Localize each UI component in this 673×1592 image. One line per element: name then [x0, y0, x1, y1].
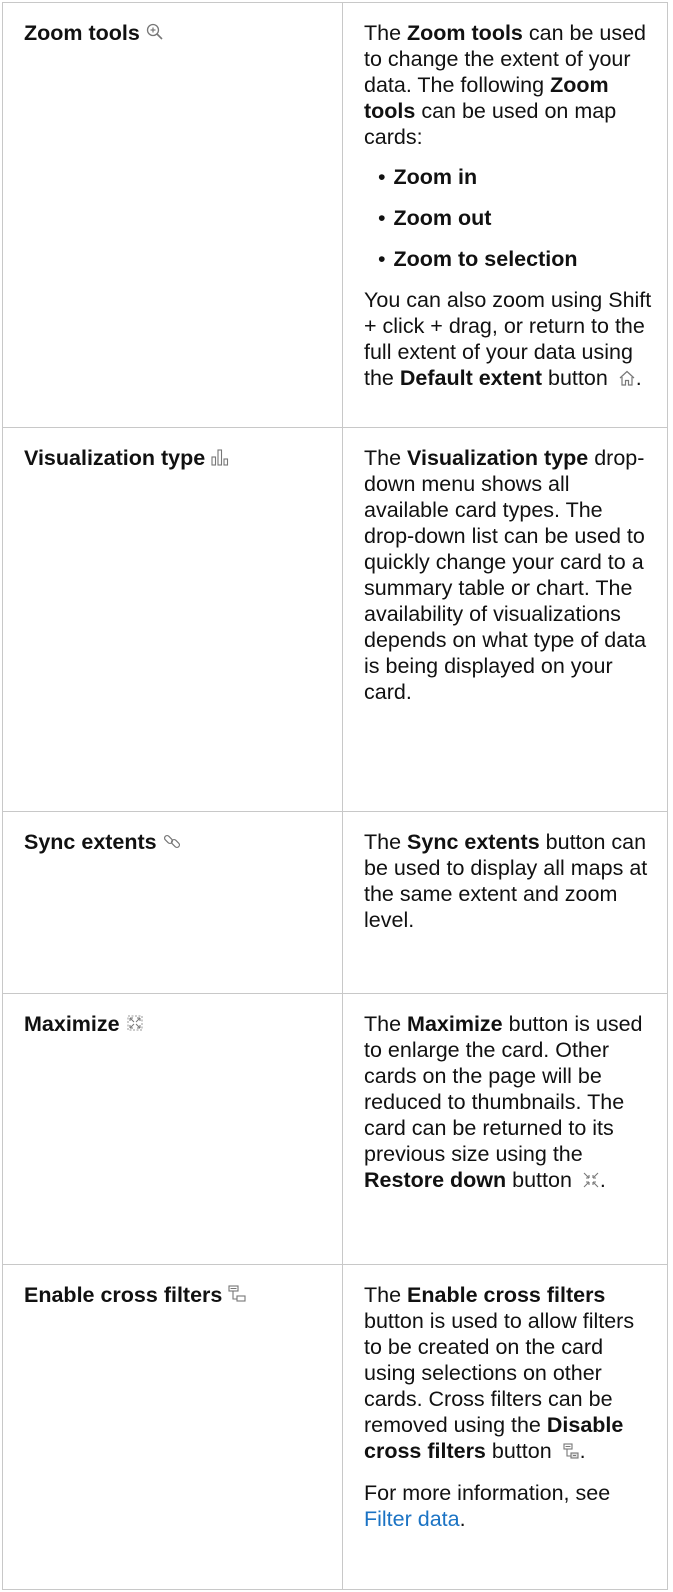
tool-name: Sync extents [24, 830, 157, 854]
zoom-in-icon [145, 22, 165, 48]
description-text: The Zoom tools can be used to change the… [364, 21, 647, 149]
description-text: You can also zoom using Shift + click + … [364, 287, 655, 393]
table-row: Visualization type The Visualization typ… [2, 427, 668, 812]
bar-chart-icon [210, 447, 230, 473]
tool-name-cell: Maximize [2, 993, 343, 1265]
description-text: The Maximize button is used to enlarge t… [364, 1011, 655, 1195]
cross-filter-icon [227, 1284, 247, 1310]
tool-description-cell: The Visualization type drop-down menu sh… [342, 427, 668, 812]
more-info-text: For more information, see Filter data. [364, 1481, 611, 1531]
table-row: Zoom tools The Zoom tools can be used to… [2, 2, 668, 428]
table-row: Sync extents The Sync extents button can… [2, 811, 668, 994]
tool-name: Maximize [24, 1012, 120, 1036]
link-icon [162, 831, 182, 857]
table-row: Enable cross filters The Enable cross fi… [2, 1264, 668, 1590]
tool-name-cell: Zoom tools [2, 2, 343, 428]
tool-name: Enable cross filters [24, 1283, 223, 1307]
list-item: • Zoom to selection [378, 247, 578, 271]
tool-name: Visualization type [24, 446, 206, 470]
tool-name-cell: Visualization type [2, 427, 343, 812]
description-text: The Sync extents button can be used to d… [364, 830, 648, 932]
zoom-tools-list: • Zoom in • Zoom out • Zoom to selection [364, 164, 655, 272]
restore-down-icon [582, 1169, 600, 1195]
home-icon [618, 367, 636, 393]
table-row: Maximize The Maximize button is used to … [2, 993, 668, 1265]
list-item: • Zoom out [378, 206, 492, 230]
tool-description-cell: The Enable cross filters button is used … [342, 1264, 668, 1590]
maximize-icon [125, 1013, 145, 1039]
description-text: The Enable cross filters button is used … [364, 1282, 655, 1466]
tool-description-cell: The Zoom tools can be used to change the… [342, 2, 668, 428]
filter-data-link[interactable]: Filter data [364, 1507, 460, 1531]
tools-table: Zoom tools The Zoom tools can be used to… [2, 2, 668, 1590]
disable-cross-filter-icon [562, 1440, 580, 1466]
tool-name-cell: Sync extents [2, 811, 343, 994]
tool-description-cell: The Sync extents button can be used to d… [342, 811, 668, 994]
tool-description-cell: The Maximize button is used to enlarge t… [342, 993, 668, 1265]
description-text: The Visualization type drop-down menu sh… [364, 446, 647, 704]
tool-name-cell: Enable cross filters [2, 1264, 343, 1590]
list-item: • Zoom in [378, 165, 478, 189]
tool-name: Zoom tools [24, 21, 140, 45]
